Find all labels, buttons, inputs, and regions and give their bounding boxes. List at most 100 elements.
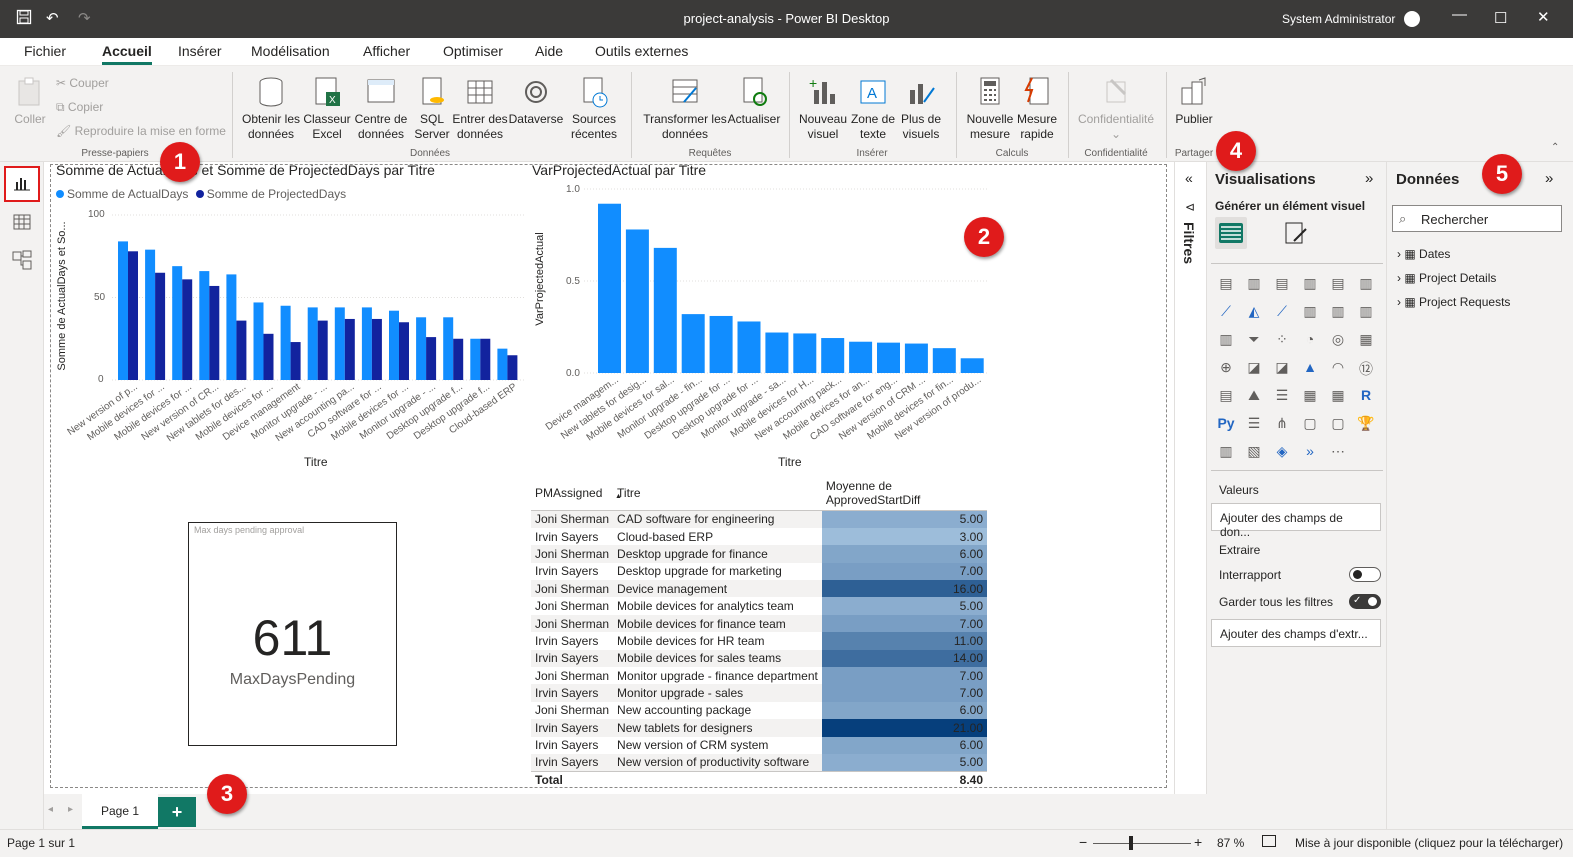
r-visual-visual-icon[interactable]: R [1356,387,1376,405]
table-visual-icon[interactable]: ▦ [1300,387,1320,405]
update-available-link[interactable]: Mise à jour disponible (cliquez pour la … [1295,836,1563,850]
format-visual-tab[interactable] [1282,219,1310,247]
funnel-visual-icon[interactable]: ⏷ [1244,331,1264,349]
paginated-visual-icon[interactable]: ▥ [1216,443,1236,461]
kpi-visual-icon[interactable]: ⛰ [1244,387,1264,405]
tab-page-1[interactable]: Page 1 [82,794,158,829]
table-row[interactable]: Joni Sherman Device management 16.00 [531,580,987,598]
multi-row-card-visual-icon[interactable]: ▤ [1216,387,1236,405]
donut-visual-icon[interactable]: ◎ [1328,331,1348,349]
total-value: 8.40 [821,770,987,789]
build-visual-tab[interactable] [1215,217,1247,249]
power-automate-visual-icon[interactable]: ◈ [1272,443,1292,461]
zoom-slider-thumb[interactable] [1129,836,1133,850]
data-search-input[interactable]: Rechercher [1421,212,1488,227]
table-row[interactable]: Joni Sherman Monitor upgrade - finance de… [531,667,987,685]
shape-map-visual-icon[interactable]: ◪ [1272,359,1292,377]
cell-titre: Cloud-based ERP [617,529,714,544]
smart-narrative-visual-icon[interactable]: ▢ [1328,415,1348,433]
slicer-visual-icon[interactable]: ☰ [1272,387,1292,405]
ribbon-visual-icon[interactable]: ▥ [1356,303,1376,321]
filled-map-visual-icon[interactable]: ◪ [1244,359,1264,377]
table-row[interactable]: Irvin Sayers Mobile devices for sales tea… [531,649,987,668]
key-influencers-visual-icon[interactable]: ☰ [1244,415,1264,433]
status-bar: Page 1 sur 1 − + 87 % Mise à jour dispon… [0,829,1573,857]
pie-visual-icon[interactable]: ◔ [1300,331,1320,349]
treemap-visual-icon[interactable]: ▦ [1356,331,1376,349]
col-approvedstartdiff[interactable]: Moyenne de ApprovedStartDiff [821,476,987,511]
goals-visual-icon[interactable]: 🏆 [1356,415,1376,433]
stacked-bar-visual-icon[interactable]: ▤ [1216,275,1236,293]
scatter-visual-icon[interactable]: ⁘ [1272,331,1292,349]
zoom-level[interactable]: 87 % [1217,836,1244,850]
cell-titre: Mobile devices for HR team [617,633,765,648]
table-row[interactable]: Irvin Sayers New version of CRM system 6.0… [531,736,987,754]
waterfall-visual-icon[interactable]: ▥ [1216,331,1236,349]
decomposition-tree-visual-icon[interactable]: ⋔ [1272,415,1292,433]
more-visual-icon[interactable]: » [1300,443,1320,461]
card-value: 611 [252,610,333,666]
table-row[interactable]: Irvin Sayers Mobile devices for HR team 11… [531,632,987,650]
line-clustered-visual-icon[interactable]: ▥ [1328,303,1348,321]
table-item-project-requests[interactable]: › ▦ Project Requests [1397,295,1510,309]
cross-report-toggle[interactable] [1349,567,1381,582]
check-icon: ✓ [1353,595,1362,606]
clustered-bar-visual-icon[interactable]: ▤ [1272,275,1292,293]
kpi-card[interactable]: Max days pending approval 611 MaxDaysPen… [188,522,397,746]
add-page-button[interactable]: + [158,797,196,827]
100-bar-visual-icon[interactable]: ▤ [1328,275,1348,293]
table-row[interactable]: Irvin Sayers New tablets for designers 21.… [531,719,987,737]
table-row[interactable]: Joni Sherman New accounting package 6.00 [531,701,987,720]
clustered-column-visual-icon[interactable]: ▥ [1300,275,1320,293]
table-row[interactable]: Joni Sherman Desktop upgrade for finance 6… [531,545,987,563]
stacked-column-visual-icon[interactable]: ▥ [1244,275,1264,293]
table-row[interactable]: Irvin Sayers Desktop upgrade for marketin… [531,562,987,581]
table-row[interactable]: Joni Sherman Mobile devices for analytics… [531,597,987,615]
collapse-visualizations-icon[interactable]: » [1365,170,1373,187]
col-titre[interactable]: Titre ▲ [613,476,822,511]
cell-approvedstartdiff: 11.00 [821,632,987,650]
drillthrough-field-well[interactable]: Ajouter des champs d'extr... [1211,619,1381,647]
azure-map-visual-icon[interactable]: ▲ [1300,359,1320,377]
line-column-visual-icon[interactable]: ▥ [1300,303,1320,321]
cell-pmassigned: Irvin Sayers [535,529,599,544]
table-row[interactable]: Joni Sherman CAD software for engineering… [531,510,987,528]
map-visual-icon[interactable]: ⊕ [1216,359,1236,377]
table-row[interactable]: Irvin Sayers New version of productivity … [531,753,987,772]
next-page-icon[interactable]: ▸ [68,804,73,815]
prev-page-icon[interactable]: ◂ [48,804,53,815]
filters-pane-collapsed[interactable]: « ⊲ Filtres [1174,162,1207,794]
data-pane-title: Données [1396,171,1460,188]
100-column-visual-icon[interactable]: ▥ [1356,275,1376,293]
data-search-box[interactable]: ⌕ Rechercher [1392,205,1562,232]
table-item-project-details[interactable]: › ▦ Project Details [1397,271,1496,285]
zoom-out-button[interactable]: − [1079,834,1087,850]
zoom-in-button[interactable]: + [1194,834,1202,850]
power-apps-visual-icon[interactable]: ▧ [1244,443,1264,461]
line-visual-icon[interactable]: ⟋ [1216,303,1236,321]
matrix-visual-icon[interactable]: ▦ [1328,387,1348,405]
values-field-well[interactable]: Ajouter des champs de don... [1211,503,1381,539]
col-pmassigned[interactable]: PMAssigned [531,476,614,511]
fit-to-page-icon[interactable] [1262,835,1276,847]
zoom-slider[interactable] [1093,843,1191,844]
cell-pmassigned: Irvin Sayers [531,753,614,772]
collapse-data-pane-icon[interactable]: » [1545,170,1553,187]
stacked-area-visual-icon[interactable]: ⟋ [1272,303,1292,321]
gauge-visual-icon[interactable]: ◠ [1328,359,1348,377]
table-row[interactable]: Joni Sherman Mobile devices for finance t… [531,614,987,633]
ellipsis-visual-icon[interactable]: ⋯ [1328,443,1348,461]
qa-visual-icon[interactable]: ▢ [1300,415,1320,433]
cell-approvedstartdiff: 3.00 [821,527,987,546]
calendar-table-icon: ▦ [1404,247,1416,261]
table-row[interactable]: Irvin Sayers Cloud-based ERP 3.00 [531,527,987,546]
table-item-dates[interactable]: › ▦ Dates [1397,247,1450,261]
bar-varprojectedactual [932,348,956,373]
python-visual-visual-icon[interactable]: Py [1216,415,1236,433]
keep-filters-toggle[interactable]: ✓ [1349,594,1381,609]
area-visual-icon[interactable]: ◭ [1244,303,1264,321]
card-visual-icon[interactable]: ⑫ [1356,359,1376,377]
table-visual[interactable]: PMAssigned Titre ▲ Moyenne de ApprovedSta… [531,476,987,789]
expand-filters-icon[interactable]: « [1185,170,1193,186]
table-row[interactable]: Irvin Sayers Monitor upgrade - sales 7.00 [531,684,987,702]
